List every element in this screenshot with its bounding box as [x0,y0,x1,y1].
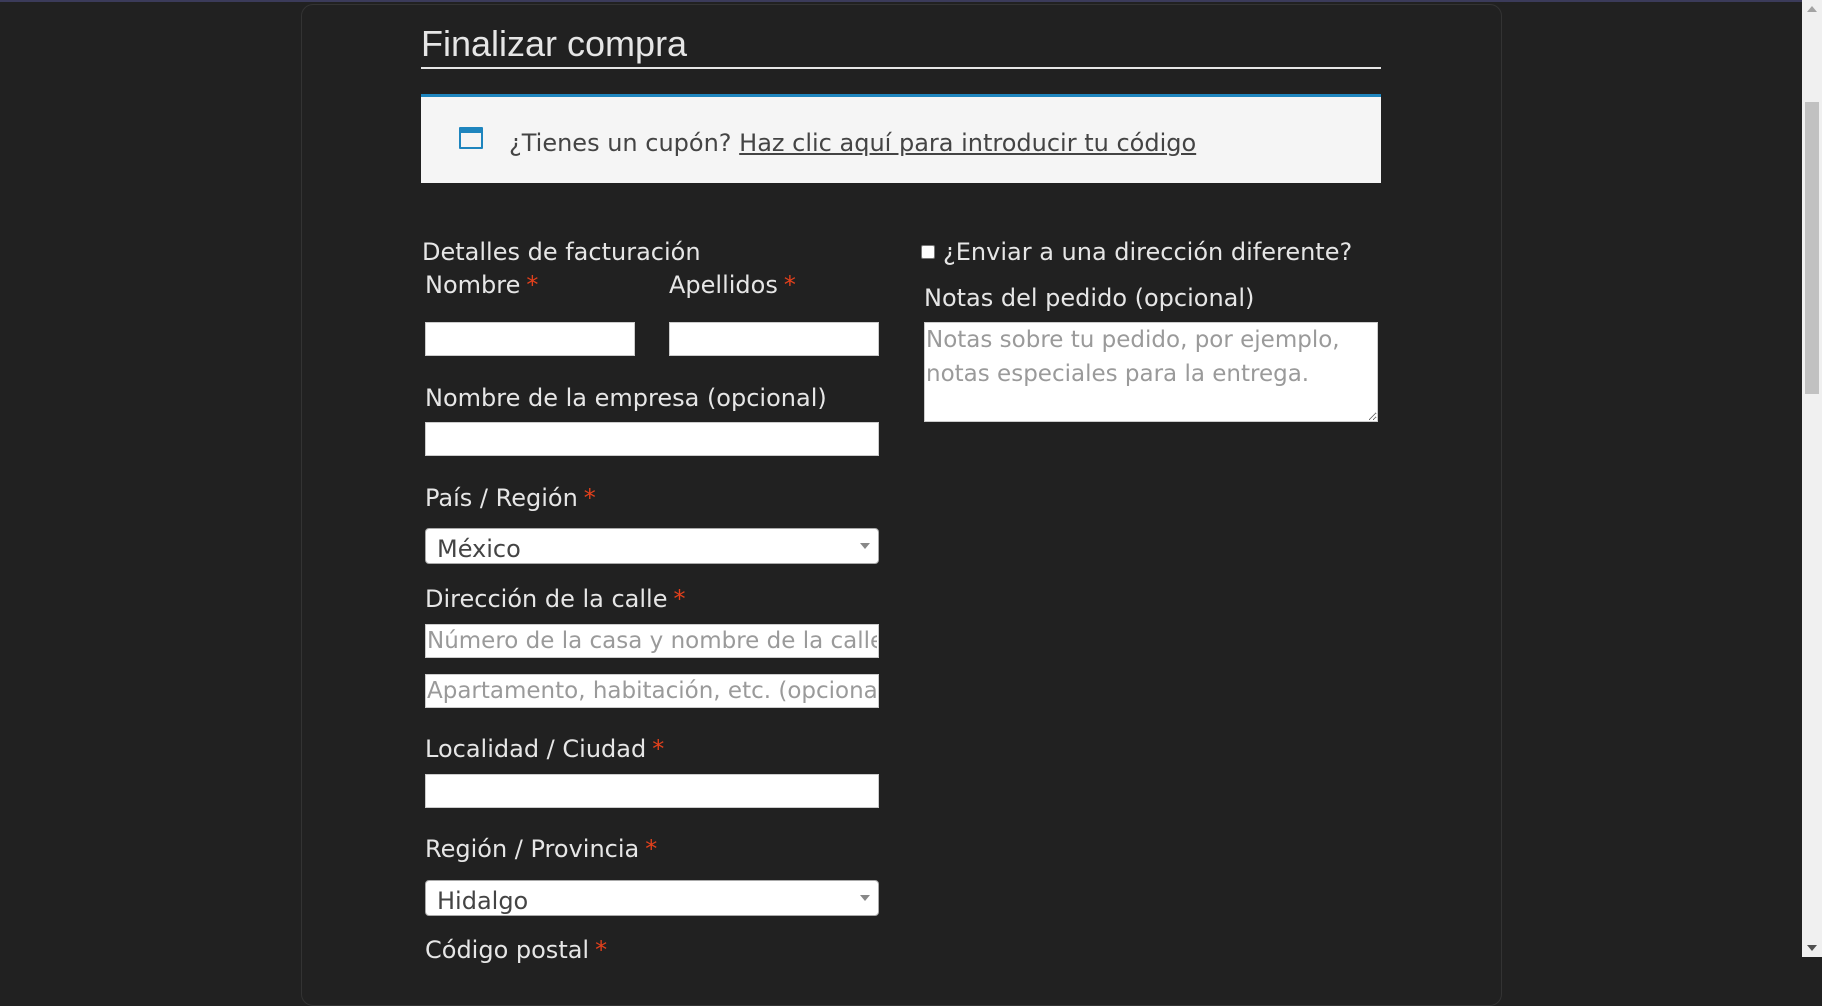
city-input[interactable] [425,774,879,808]
first-name-label-text: Nombre [425,271,521,299]
scroll-up-arrow-icon[interactable] [1807,6,1817,12]
postcode-label-text: Código postal [425,936,590,964]
required-mark: * [783,271,796,299]
state-label-text: Región / Provincia [425,835,640,863]
state-select-value: Hidalgo [437,887,529,915]
billing-section-title: Detalles de facturación [422,238,701,266]
required-mark: * [583,484,596,512]
street-label: Dirección de la calle * [425,584,685,614]
state-select[interactable]: Hidalgo [425,880,879,916]
required-mark: * [652,735,665,763]
coupon-text: ¿Tienes un cupón? Haz clic aquí para int… [509,128,1196,158]
street-label-text: Dirección de la calle [425,585,668,613]
state-label: Región / Provincia * [425,834,657,864]
country-label: País / Región * [425,483,596,513]
company-label: Nombre de la empresa (opcional) [425,384,827,412]
coupon-question: ¿Tienes un cupón? [509,129,732,157]
street-address-2-input[interactable] [425,674,879,708]
window-icon [459,127,483,149]
coupon-notice: ¿Tienes un cupón? Haz clic aquí para int… [421,94,1381,183]
title-divider [421,67,1381,69]
ship-different-checkbox[interactable] [921,245,935,259]
coupon-link[interactable]: Haz clic aquí para introducir tu código [739,129,1196,157]
scrollbar-thumb[interactable] [1805,102,1819,394]
required-mark: * [673,585,686,613]
scroll-down-arrow-icon[interactable] [1807,945,1817,951]
country-label-text: País / Región [425,484,578,512]
ship-different-label[interactable]: ¿Enviar a una dirección diferente? [943,237,1352,267]
order-notes-textarea[interactable] [924,322,1378,422]
last-name-input[interactable] [669,322,879,356]
company-input[interactable] [425,422,879,456]
required-mark: * [645,835,658,863]
required-mark: * [526,271,539,299]
country-select-value: México [437,535,521,563]
city-label-text: Localidad / Ciudad [425,735,647,763]
last-name-label-text: Apellidos [669,271,778,299]
chevron-down-icon [860,895,870,901]
postcode-label: Código postal * [425,935,607,965]
top-border [0,0,1822,2]
country-select[interactable]: México [425,528,879,564]
page-title: Finalizar compra [421,23,688,64]
street-address-1-input[interactable] [425,624,879,658]
first-name-input[interactable] [425,322,635,356]
first-name-label: Nombre * [425,270,538,300]
chevron-down-icon [860,543,870,549]
order-notes-label: Notas del pedido (opcional) [924,284,1255,312]
vertical-scrollbar[interactable] [1802,0,1822,957]
required-mark: * [595,936,608,964]
last-name-label: Apellidos * [669,270,796,300]
city-label: Localidad / Ciudad * [425,734,664,764]
